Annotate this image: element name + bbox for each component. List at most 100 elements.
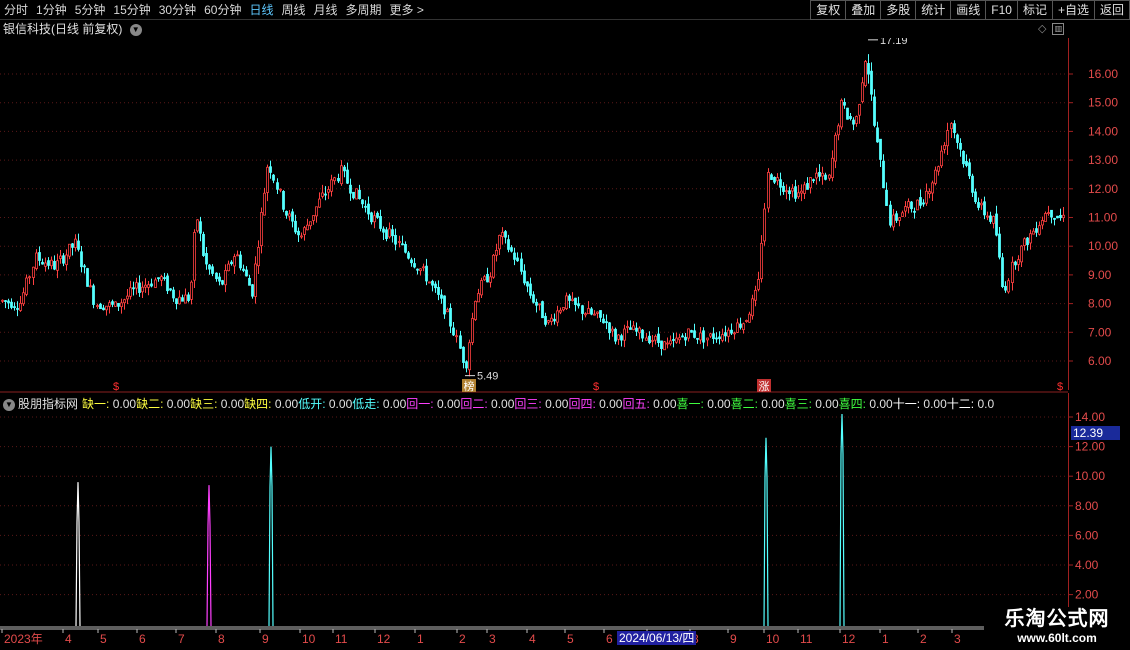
indicator-axis-label: 6.00 (1075, 528, 1099, 542)
candle-body (846, 107, 849, 120)
toolbar-button[interactable]: +自选 (1051, 0, 1094, 20)
candle-body (800, 190, 803, 194)
candle-body (114, 301, 117, 307)
period-tab[interactable]: 月线 (310, 0, 342, 20)
price-axis-label: 8.00 (1088, 297, 1112, 311)
candle-body (632, 325, 635, 331)
candle-body (413, 263, 416, 268)
period-tab[interactable]: 60分钟 (200, 0, 245, 20)
date-label: 10 (766, 632, 780, 646)
candle-body (56, 260, 59, 271)
candle-body (86, 268, 89, 287)
chevron-down-icon[interactable]: ▼ (129, 23, 142, 36)
candle-body (53, 260, 56, 270)
candle-body (721, 334, 724, 341)
period-tab[interactable]: 15分钟 (109, 0, 154, 20)
indicator-legend-value: 0.00 (649, 397, 677, 411)
candle-body (32, 266, 35, 278)
indicator-name[interactable]: 股朋指标网 (18, 397, 78, 411)
candle-body (80, 251, 83, 268)
candle-body (516, 257, 519, 262)
toolbar-button[interactable]: 多股 (880, 0, 916, 20)
candle-body (211, 266, 214, 274)
period-tab[interactable]: 日线 (245, 0, 277, 20)
candle-body (288, 213, 291, 217)
period-tab[interactable]: 更多 > (386, 0, 428, 20)
candle-body (346, 169, 349, 184)
candle-body (584, 313, 587, 316)
period-tab[interactable]: 多周期 (342, 0, 386, 20)
period-tab[interactable]: 分时 (0, 0, 32, 20)
candle-body (855, 116, 858, 124)
candle-body (215, 272, 218, 280)
indicator-legend-value: 0.00 (541, 397, 569, 411)
candle-body (791, 187, 794, 192)
candle-body (257, 247, 260, 267)
indicator-legend-label: 回五: (622, 397, 650, 411)
toolbar-button[interactable]: 画线 (950, 0, 986, 20)
indicator-legend-item: 回四: 0.00 (568, 397, 622, 411)
indicator-legend-value: 0.0 (974, 397, 995, 411)
candle-body (785, 190, 788, 193)
candle-body (1029, 233, 1032, 244)
date-label: 2023年 (4, 632, 43, 646)
candle-body (489, 276, 492, 283)
candle-body (867, 63, 870, 75)
event-marker[interactable]: 榜 (462, 379, 476, 393)
candle-body (654, 335, 657, 341)
candle-body (904, 206, 907, 212)
candle-body (38, 252, 41, 261)
date-label: 3 (954, 632, 961, 646)
candle-body (77, 240, 80, 250)
candle-body (977, 202, 980, 208)
stock-title[interactable]: 银信科技(日线 前复权) ▼ (3, 21, 142, 37)
candle-body (394, 234, 397, 245)
candlestick-chart[interactable]: 16.00 15.00 14.00 13.00 12.00 11.00 10.00 9.00 8… (0, 38, 1130, 393)
indicator-chart[interactable]: 14.00 12.00 10.00 8.00 6.00 4.00 2.00 (0, 393, 1130, 628)
candle-body (1014, 261, 1017, 266)
indicator-legend-value: 0.00 (433, 397, 461, 411)
candle-body (706, 337, 709, 341)
period-tab[interactable]: 1分钟 (32, 0, 71, 20)
candle-body (638, 327, 641, 334)
toolbar-button[interactable]: 统计 (915, 0, 951, 20)
diamond-icon[interactable]: ◇ (1038, 23, 1046, 35)
event-marker[interactable]: $ (593, 381, 599, 393)
toolbar-button[interactable]: 叠加 (845, 0, 881, 20)
toolbar-button[interactable]: 复权 (810, 0, 846, 20)
toolbar-button[interactable]: 标记 (1016, 0, 1052, 20)
candle-body (312, 215, 315, 221)
date-label: 6 (606, 632, 613, 646)
date-label: 5 (100, 632, 107, 646)
candle-body (946, 130, 949, 147)
candle-body (236, 254, 239, 257)
chevron-down-icon[interactable]: ▼ (3, 398, 15, 411)
period-tab[interactable]: 30分钟 (155, 0, 200, 20)
candle-body (898, 217, 901, 221)
indicator-legend-item: 缺二: 0.00 (136, 397, 190, 411)
toolbar-button[interactable]: F10 (985, 0, 1017, 20)
candle-body (425, 265, 428, 282)
panel-toggle-icon[interactable]: ▥ (1052, 23, 1065, 35)
candle-body (135, 282, 138, 289)
toolbar-button[interactable]: 返回 (1093, 0, 1130, 20)
candle-body (260, 212, 263, 246)
candle-body (681, 335, 684, 338)
candle-body (443, 295, 446, 315)
period-tab[interactable]: 周线 (277, 0, 309, 20)
candle-body (187, 294, 190, 301)
indicator-legend-value: 0.00 (109, 397, 137, 411)
candle-body (581, 305, 584, 314)
candle-body (404, 244, 407, 253)
event-marker[interactable]: $ (1057, 381, 1063, 393)
candle-body (446, 309, 449, 313)
candle-body (794, 186, 797, 199)
event-marker[interactable]: 涨 (757, 379, 771, 393)
candle-body (276, 182, 279, 190)
period-tab[interactable]: 5分钟 (71, 0, 110, 20)
candle-body (773, 177, 776, 183)
indicator-legend-item: 喜四: 0.00 (839, 397, 893, 411)
indicator-header: ▼ 股朋指标网 缺一: 0.00缺二: 0.00缺三: 0.00缺四: 0.00低开… (3, 396, 1073, 412)
candle-body (254, 263, 257, 297)
event-marker[interactable]: $ (113, 381, 119, 393)
